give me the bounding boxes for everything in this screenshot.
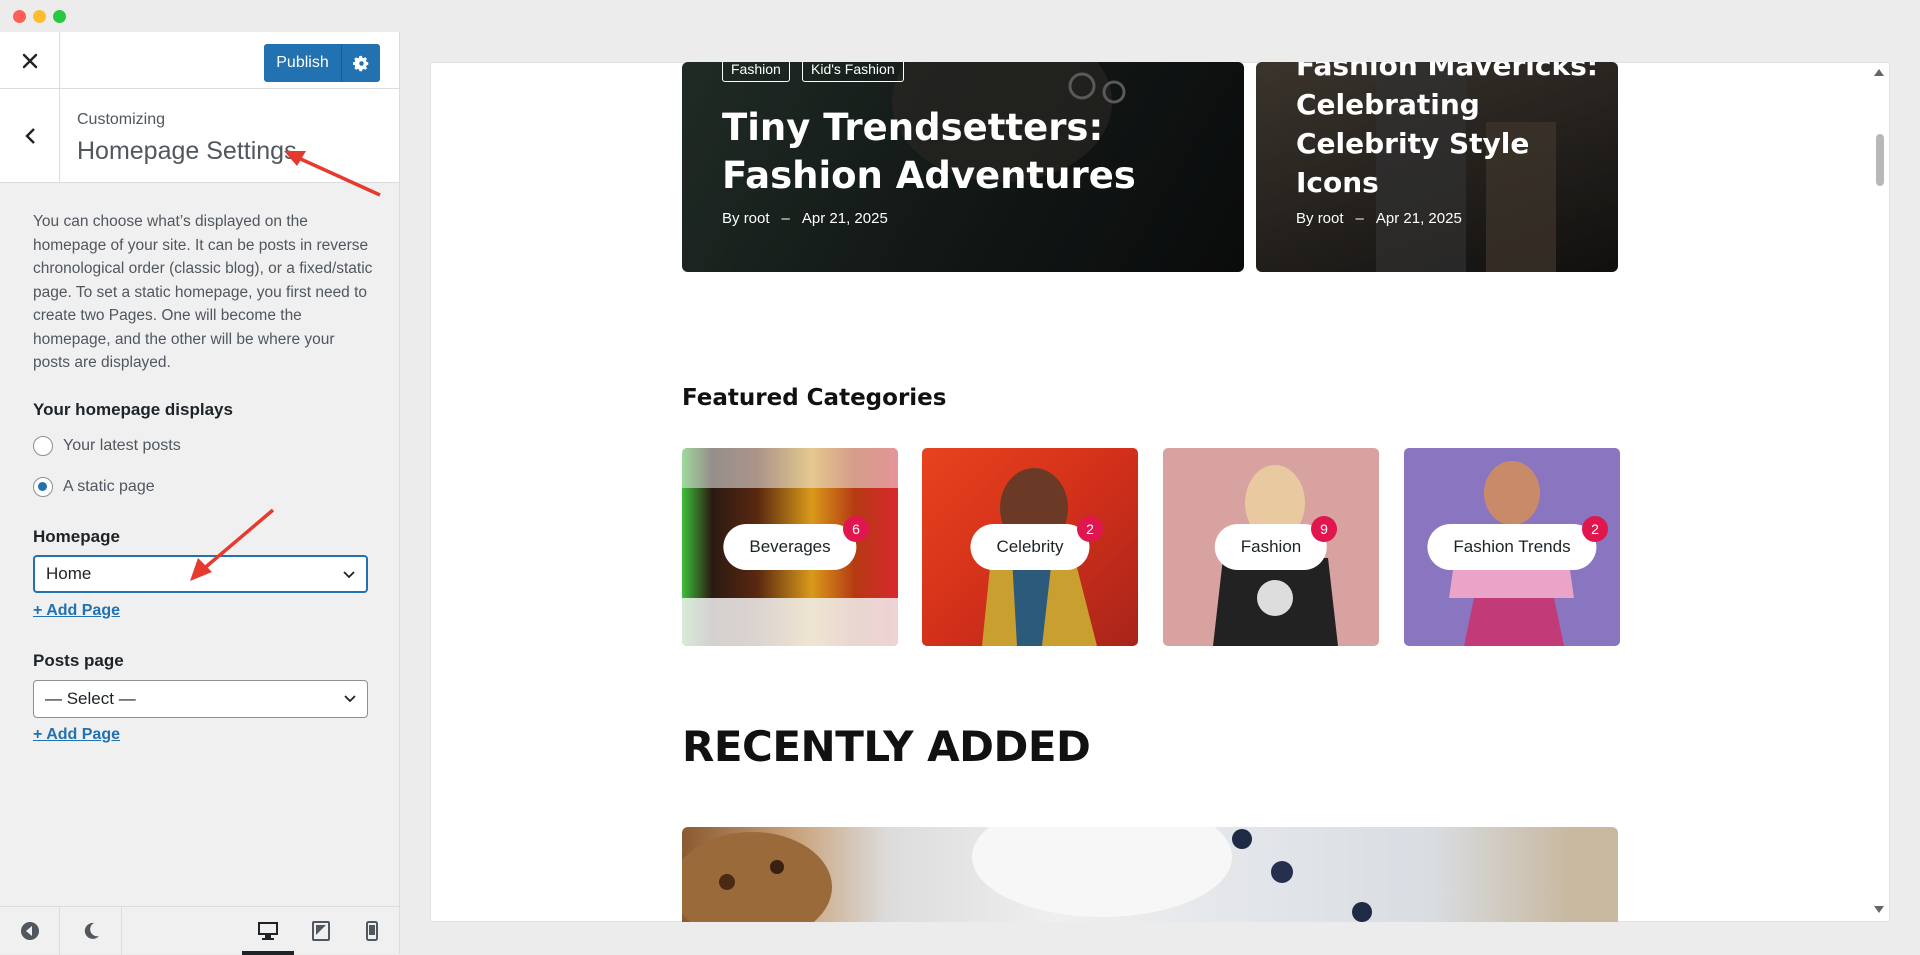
homepage-description: You can choose what’s displayed on the h… xyxy=(33,213,373,371)
category-card-beverages[interactable]: Beverages 6 xyxy=(682,448,898,646)
desktop-icon xyxy=(258,922,278,940)
scroll-up-icon[interactable] xyxy=(1874,68,1884,76)
post-title-line: Fashion Adventures xyxy=(722,154,1136,197)
preview-scrollbar[interactable] xyxy=(1868,62,1890,922)
collapse-sidebar-button[interactable] xyxy=(0,907,60,955)
recently-added-heading: RECENTLY ADDED xyxy=(682,722,1091,771)
customizer-sidebar: Publish Customizing Homepage Settings Yo… xyxy=(0,32,400,955)
customizing-label: Customizing xyxy=(77,111,166,128)
publish-button[interactable]: Publish xyxy=(264,44,380,82)
category-count-badge: 2 xyxy=(1077,516,1103,542)
window-close-dot[interactable] xyxy=(13,10,26,23)
post-by: By root xyxy=(722,210,770,227)
radio-static-page-label: A static page xyxy=(63,478,155,495)
category-card-fashion-trends[interactable]: Fashion Trends 2 xyxy=(1404,448,1620,646)
window-minimize-dot[interactable] xyxy=(33,10,46,23)
tag-fashion[interactable]: Fashion xyxy=(722,62,790,82)
window-titlebar xyxy=(0,0,1920,32)
gear-icon xyxy=(352,55,368,71)
chevron-down-icon xyxy=(343,571,355,579)
radio-latest-posts[interactable] xyxy=(33,436,53,456)
mobile-icon xyxy=(366,921,378,941)
publish-settings-button[interactable] xyxy=(342,55,380,72)
device-desktop-button[interactable] xyxy=(242,907,294,955)
recent-post-image[interactable] xyxy=(682,827,1618,922)
chevron-down-icon xyxy=(344,695,356,703)
post-author[interactable]: root xyxy=(1318,210,1344,227)
posts-page-select-value: — Select — xyxy=(45,689,136,708)
post-title[interactable]: Tiny Trendsetters: Fashion Adventures xyxy=(722,104,1136,200)
dark-mode-button[interactable] xyxy=(60,907,122,955)
post-date: Apr 21, 2025 xyxy=(1375,210,1462,227)
section-header: Customizing Homepage Settings xyxy=(0,89,399,183)
posts-page-select[interactable]: — Select — xyxy=(33,680,368,718)
radio-static-page[interactable] xyxy=(33,477,53,497)
category-count-badge: 2 xyxy=(1582,516,1608,542)
post-meta: By root – Apr 21, 2025 xyxy=(722,210,888,227)
category-count-badge: 6 xyxy=(843,516,869,542)
device-tablet-button[interactable] xyxy=(297,907,345,955)
category-pill[interactable]: Beverages xyxy=(723,524,857,570)
category-pill[interactable]: Fashion Trends xyxy=(1427,524,1597,570)
posts-page-label: Posts page xyxy=(33,651,124,670)
publish-label: Publish xyxy=(264,44,342,82)
radio-latest-posts-row[interactable]: Your latest posts xyxy=(33,436,181,456)
tablet-icon xyxy=(312,921,330,941)
radio-static-page-row[interactable]: A static page xyxy=(33,477,155,497)
homepage-select[interactable]: Home xyxy=(33,555,368,593)
add-page-link-homepage[interactable]: + Add Page xyxy=(33,602,120,620)
post-meta: By root – Apr 21, 2025 xyxy=(1296,210,1462,227)
homepage-select-value: Home xyxy=(46,564,92,583)
post-meta-dash: – xyxy=(1355,210,1364,227)
post-title-line: Tiny Trendsetters: xyxy=(722,106,1104,149)
category-count-badge: 9 xyxy=(1311,516,1337,542)
featured-categories-heading: Featured Categories xyxy=(682,385,947,411)
post-by: By root xyxy=(1296,210,1344,227)
post-title-line: Celebrity Style xyxy=(1296,127,1530,160)
section-title: Homepage Settings xyxy=(77,137,297,165)
dark-mode-icon xyxy=(84,922,99,939)
scroll-down-icon[interactable] xyxy=(1874,906,1884,914)
post-date: Apr 21, 2025 xyxy=(801,210,888,227)
customizer-footer xyxy=(0,906,399,955)
window-maximize-dot[interactable] xyxy=(53,10,66,23)
post-title-line: Fashion Mavericks: xyxy=(1296,62,1598,82)
post-meta-dash: – xyxy=(781,210,790,227)
close-customizer-button[interactable] xyxy=(0,32,60,89)
category-card-celebrity[interactable]: Celebrity 2 xyxy=(922,448,1138,646)
homepage-label: Homepage xyxy=(33,527,120,546)
active-device-indicator xyxy=(242,951,294,955)
close-icon xyxy=(22,53,37,68)
collapse-icon xyxy=(20,922,39,940)
category-card-fashion[interactable]: Fashion 9 xyxy=(1163,448,1379,646)
back-button[interactable] xyxy=(0,89,60,183)
radio-latest-posts-label: Your latest posts xyxy=(63,437,181,454)
post-card-fashion-mavericks[interactable]: Fashion Mavericks: Celebrating Celebrity… xyxy=(1256,62,1618,272)
scrollbar-thumb[interactable] xyxy=(1876,134,1884,186)
category-pill[interactable]: Celebrity xyxy=(970,524,1090,570)
device-mobile-button[interactable] xyxy=(348,907,396,955)
chevron-left-icon xyxy=(24,128,35,144)
customizer-topbar: Publish xyxy=(0,32,399,89)
post-title-line: Icons xyxy=(1296,166,1379,199)
add-page-link-posts[interactable]: + Add Page xyxy=(33,726,120,744)
homepage-displays-label: Your homepage displays xyxy=(33,400,233,419)
post-card-tiny-trendsetters[interactable]: Fashion Kid's Fashion Tiny Trendsetters:… xyxy=(682,62,1244,272)
post-author[interactable]: root xyxy=(744,210,770,227)
post-title-line: Celebrating xyxy=(1296,88,1480,121)
recent-post-image-art xyxy=(682,827,1372,922)
tag-kids-fashion[interactable]: Kid's Fashion xyxy=(802,62,904,82)
post-title[interactable]: Fashion Mavericks: Celebrating Celebrity… xyxy=(1296,62,1598,202)
